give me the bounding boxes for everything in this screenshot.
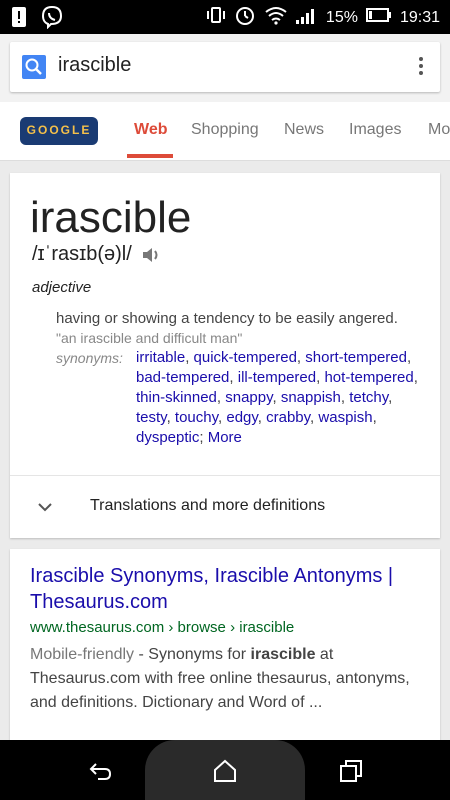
synonym-link[interactable]: thin-skinned (136, 389, 217, 406)
synonym-link[interactable]: touchy (175, 409, 218, 426)
synonym-link[interactable]: irritable (136, 349, 185, 366)
tab-shopping[interactable]: Shopping (191, 121, 259, 139)
part-of-speech: adjective (32, 279, 92, 296)
wifi-icon (264, 5, 288, 30)
alert-icon (12, 7, 26, 32)
tab-more[interactable]: Mo (428, 121, 450, 139)
search-tabs: GOOGLE Web Shopping News Images Mo (0, 102, 450, 161)
synonym-link[interactable]: bad-tempered (136, 369, 229, 386)
signal-icon (295, 6, 318, 29)
dictionary-card: irascible /ɪˈrasɪb(ə)l/ adjective having… (10, 173, 440, 538)
search-box[interactable]: irascible (10, 42, 440, 92)
synonym-link[interactable]: tetchy (349, 389, 388, 406)
mobile-friendly-label: Mobile-friendly (30, 646, 135, 663)
search-result-card: Irascible Synonyms, Irascible Antonyms |… (10, 549, 440, 749)
synonym-link[interactable]: edgy (226, 409, 257, 426)
synonym-link[interactable]: testy (136, 409, 167, 426)
recent-apps-icon[interactable] (338, 758, 364, 784)
tab-web[interactable]: Web (134, 121, 167, 139)
search-input[interactable]: irascible (58, 54, 131, 77)
synonym-link[interactable]: quick-tempered (194, 349, 297, 366)
synonym-link[interactable]: snappish (281, 389, 341, 406)
status-bar: 15% 19:31 (0, 0, 450, 34)
chevron-down-icon[interactable] (38, 500, 52, 514)
pronunciation-row: /ɪˈrasɪb(ə)l/ (32, 243, 162, 266)
example-text: "an irascible and difficult man" (56, 330, 243, 346)
synonym-link[interactable]: crabby (266, 409, 310, 426)
clock-time: 19:31 (399, 8, 440, 26)
pronunciation-text: /ɪˈrasɪb(ə)l/ (32, 243, 132, 265)
google-doodle-logo[interactable]: GOOGLE (20, 117, 98, 145)
synonym-link[interactable]: waspish (318, 409, 372, 426)
synonym-link[interactable]: short-tempered (305, 349, 407, 366)
result-title-link[interactable]: Irascible Synonyms, Irascible Antonyms |… (30, 563, 410, 615)
speaker-icon[interactable] (142, 246, 162, 264)
search-area: irascible (0, 34, 450, 102)
battery-percent: 15% (325, 8, 358, 26)
tab-news[interactable]: News (284, 121, 324, 139)
viber-icon (40, 5, 64, 34)
back-icon[interactable] (88, 758, 114, 784)
synonym-link[interactable]: hot-tempered (324, 369, 413, 386)
more-synonyms-link[interactable]: More (208, 429, 242, 446)
result-snippet: Mobile-friendly - Synonyms for irascible… (30, 646, 410, 711)
alarm-icon (234, 4, 256, 31)
definition-text: having or showing a tendency to be easil… (56, 310, 398, 327)
result-url[interactable]: www.thesaurus.com › browse › irascible (30, 619, 294, 636)
more-vert-icon[interactable] (418, 54, 424, 80)
card-divider (10, 475, 440, 476)
active-tab-indicator (127, 154, 173, 158)
synonym-link[interactable]: dyspeptic (136, 429, 199, 446)
battery-icon (365, 8, 392, 27)
home-icon[interactable] (212, 758, 238, 784)
vibrate-icon (206, 5, 226, 30)
synonym-link[interactable]: snappy (225, 389, 272, 406)
synonyms-label: synonyms: (56, 350, 123, 366)
navigation-bar (0, 740, 450, 800)
translations-link[interactable]: Translations and more definitions (90, 497, 325, 515)
search-icon[interactable] (22, 55, 46, 79)
dictionary-word: irascible (30, 193, 192, 242)
synonym-link[interactable]: ill-tempered (238, 369, 316, 386)
tab-images[interactable]: Images (349, 121, 401, 139)
synonyms-list: irritable, quick-tempered, short-tempere… (136, 349, 418, 446)
